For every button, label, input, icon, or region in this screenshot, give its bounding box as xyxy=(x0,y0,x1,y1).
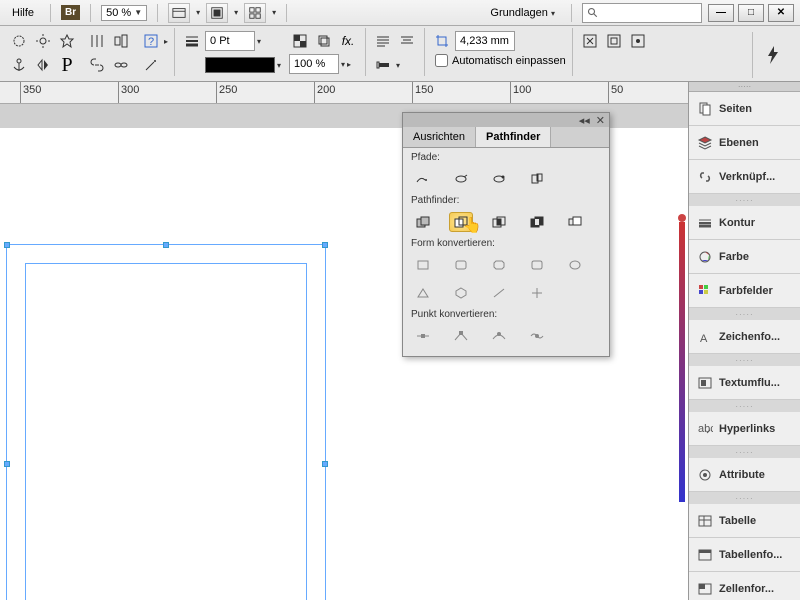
workspace-dropdown[interactable]: Grundlagen ▾ xyxy=(484,7,561,19)
arrange-button[interactable] xyxy=(244,3,266,23)
fx-icon[interactable]: fx. xyxy=(337,30,359,52)
open-path-icon[interactable] xyxy=(449,169,473,189)
tool-sun-icon[interactable] xyxy=(32,30,54,52)
zoom-dropdown[interactable]: 50 % ▼ xyxy=(101,5,147,21)
panel-pages[interactable]: Seiten xyxy=(689,92,800,126)
panel-hyperlinks[interactable]: abcHyperlinks xyxy=(689,412,800,446)
fit-content-icon[interactable] xyxy=(579,30,601,52)
svg-text:abc: abc xyxy=(698,423,713,435)
screen-mode-button[interactable] xyxy=(206,3,228,23)
panel-links[interactable]: Verknüpf... xyxy=(689,160,800,194)
maximize-button[interactable]: □ xyxy=(738,4,764,22)
tool-chain-icon[interactable] xyxy=(110,54,132,76)
tool-star-icon[interactable] xyxy=(56,30,78,52)
join-path-icon[interactable] xyxy=(411,169,435,189)
pathfinder-panel[interactable]: ◂◂ ✕ Ausrichten Pathfinder Pfade: Pathfi… xyxy=(402,112,610,357)
svg-text:?: ? xyxy=(148,36,154,48)
panel-layers[interactable]: Ebenen xyxy=(689,126,800,160)
dock-collapse-grip[interactable]: ····· xyxy=(689,82,800,92)
panel-close-icon[interactable]: ✕ xyxy=(596,114,605,127)
shape-bevel-icon[interactable] xyxy=(487,255,511,275)
tool-text-icon[interactable]: P xyxy=(56,54,78,76)
convert-shape-label: Form konvertieren: xyxy=(411,238,601,249)
gpu-preview-icon[interactable] xyxy=(752,32,792,78)
panel-collapse-icon[interactable]: ◂◂ xyxy=(579,114,590,127)
measure-input[interactable] xyxy=(455,31,515,51)
selected-frame[interactable] xyxy=(6,244,326,600)
minimize-button[interactable]: — xyxy=(708,4,734,22)
minus-back-icon[interactable] xyxy=(563,212,587,232)
fill-swatch-icon xyxy=(181,54,203,76)
point-plain-icon[interactable] xyxy=(411,326,435,346)
stroke-style-swatch[interactable] xyxy=(205,57,275,73)
tool-link-icon[interactable] xyxy=(86,54,108,76)
shape-triangle-icon[interactable] xyxy=(411,283,435,303)
panel-table[interactable]: Tabelle xyxy=(689,504,800,538)
tool-flip-h-icon[interactable] xyxy=(32,54,54,76)
help-menu[interactable]: Hilfe xyxy=(6,7,40,19)
origin-marker xyxy=(678,214,686,222)
cap-icon[interactable] xyxy=(372,54,394,76)
shape-line-icon[interactable] xyxy=(487,283,511,303)
close-path-icon[interactable] xyxy=(487,169,511,189)
help-icon[interactable]: ? xyxy=(140,30,162,52)
panel-char[interactable]: AZeichenfo... xyxy=(689,320,800,354)
search-icon xyxy=(587,7,599,19)
shape-orthogonal-icon[interactable] xyxy=(525,283,549,303)
horizontal-ruler: 35030025020015010050 xyxy=(0,82,800,104)
stroke-weight-icon xyxy=(181,30,203,52)
convert-point-label: Punkt konvertieren: xyxy=(411,309,601,320)
shape-inverse-round-icon[interactable] xyxy=(525,255,549,275)
search-field[interactable] xyxy=(582,3,702,23)
point-smooth-icon[interactable] xyxy=(487,326,511,346)
add-icon[interactable] xyxy=(411,212,435,232)
shape-ellipse-icon[interactable] xyxy=(563,255,587,275)
spine-indicator xyxy=(679,222,685,502)
search-input[interactable] xyxy=(603,7,693,19)
bridge-badge[interactable]: Br xyxy=(61,5,80,20)
autofit-label: Automatisch einpassen xyxy=(452,55,566,67)
svg-text:A: A xyxy=(700,333,708,345)
right-panel-dock: ····· SeitenEbenenVerknüpf... KonturFarbe… xyxy=(688,82,800,600)
panel-swatches[interactable]: Farbfelder xyxy=(689,274,800,308)
shape-polygon-icon[interactable] xyxy=(449,283,473,303)
view-options-button[interactable] xyxy=(168,3,190,23)
autofit-checkbox[interactable] xyxy=(435,54,448,67)
intersect-icon[interactable] xyxy=(487,212,511,232)
panel-textwrap[interactable]: Textumflu... xyxy=(689,366,800,400)
fit-frame-icon[interactable] xyxy=(603,30,625,52)
tool-wand-icon[interactable] xyxy=(140,54,162,76)
reverse-path-icon[interactable] xyxy=(525,169,549,189)
layer-icon[interactable] xyxy=(313,30,335,52)
tab-pathfinder[interactable]: Pathfinder xyxy=(476,127,551,147)
point-symmetrical-icon[interactable] xyxy=(525,326,549,346)
tool-anchor-icon[interactable] xyxy=(8,54,30,76)
paths-label: Pfade: xyxy=(411,152,601,163)
zoom-value: 50 % xyxy=(106,7,131,19)
opacity-input[interactable] xyxy=(289,54,339,74)
pathfinder-label: Pathfinder: xyxy=(411,195,601,206)
close-button[interactable]: ✕ xyxy=(768,4,794,22)
text-align2-icon[interactable] xyxy=(396,30,418,52)
panel-cellstyles[interactable]: Zellenfor... xyxy=(689,572,800,600)
tab-align[interactable]: Ausrichten xyxy=(403,127,476,147)
crop-icon[interactable] xyxy=(431,30,453,52)
panel-stroke[interactable]: Kontur xyxy=(689,206,800,240)
chevron-down-icon: ▼ xyxy=(134,8,142,17)
opacity-square-icon[interactable] xyxy=(289,30,311,52)
panel-tablestyles[interactable]: Tabellenfo... xyxy=(689,538,800,572)
point-corner-icon[interactable] xyxy=(449,326,473,346)
tool-align-icon[interactable] xyxy=(110,30,132,52)
panel-color[interactable]: Farbe xyxy=(689,240,800,274)
shape-roundrect-icon[interactable] xyxy=(449,255,473,275)
center-content-icon[interactable] xyxy=(627,30,649,52)
panel-attributes[interactable]: Attribute xyxy=(689,458,800,492)
tool-distribute-icon[interactable] xyxy=(86,30,108,52)
subtract-icon[interactable] xyxy=(449,212,473,232)
shape-rect-icon[interactable] xyxy=(411,255,435,275)
text-align-icon[interactable] xyxy=(372,30,394,52)
exclude-icon[interactable] xyxy=(525,212,549,232)
tool-ellipse-dashed[interactable] xyxy=(8,30,30,52)
stroke-weight-input[interactable] xyxy=(205,31,255,51)
